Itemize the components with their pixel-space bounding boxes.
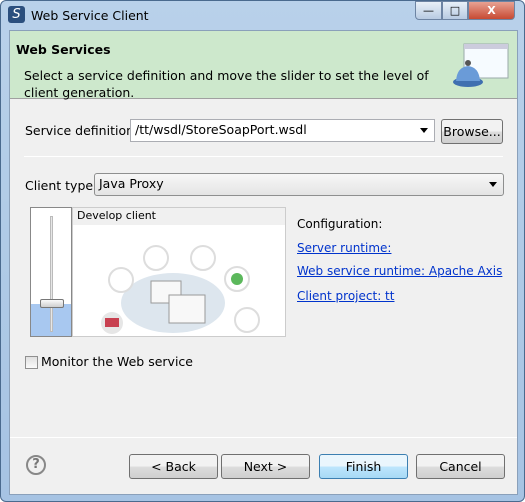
client-level-diagram: Develop client [72,207,286,337]
slider-track [50,216,53,332]
develop-client-illustration [101,245,260,334]
client-type-label: Client type: [25,178,98,193]
service-definition-combo[interactable]: /tt/wsdl/StoreSoapPort.wsdl [130,119,435,142]
web-service-bell-icon [453,43,509,87]
eclipse-app-icon: S [8,6,25,23]
browse-button[interactable]: Browse... [441,119,503,144]
dialog-content: Web Services Select a service definition… [9,30,518,495]
banner-description: Select a service definition and move the… [24,68,429,100]
back-button[interactable]: < Back [129,454,218,479]
generation-level-slider[interactable] [30,207,72,337]
slider-thumb[interactable] [40,299,64,308]
wizard-banner: Web Services Select a service definition… [10,31,517,100]
cancel-button[interactable]: Cancel [416,454,505,479]
help-icon[interactable]: ? [26,455,46,475]
service-definition-value: /tt/wsdl/StoreSoapPort.wsdl [135,122,307,137]
dialog-window: S Web Service Client — □ X Web Services … [0,0,525,502]
chevron-down-icon[interactable] [420,128,428,133]
client-type-select[interactable]: Java Proxy [94,173,504,196]
finish-button[interactable]: Finish [319,454,408,479]
service-definition-label: Service definition: [25,123,139,138]
window-title: Web Service Client [31,8,149,23]
footer-divider [10,437,517,438]
server-runtime-link[interactable]: Server runtime: [297,241,391,255]
client-type-value: Java Proxy [99,176,164,191]
slider-level-label: Develop client [73,208,285,225]
divider [24,156,503,157]
title-bar[interactable]: S Web Service Client — □ X [1,1,524,30]
next-button[interactable]: Next > [221,454,310,479]
maximize-button[interactable]: □ [442,1,468,20]
configuration-label: Configuration: [297,217,383,231]
client-project-link[interactable]: Client project: tt [297,289,394,303]
monitor-checkbox[interactable] [25,356,38,369]
chevron-down-icon[interactable] [489,182,497,187]
web-service-runtime-link[interactable]: Web service runtime: Apache Axis [297,264,502,278]
close-button[interactable]: X [468,1,515,20]
banner-title: Web Services [16,42,111,57]
minimize-button[interactable]: — [415,1,442,20]
monitor-label[interactable]: Monitor the Web service [41,354,193,369]
